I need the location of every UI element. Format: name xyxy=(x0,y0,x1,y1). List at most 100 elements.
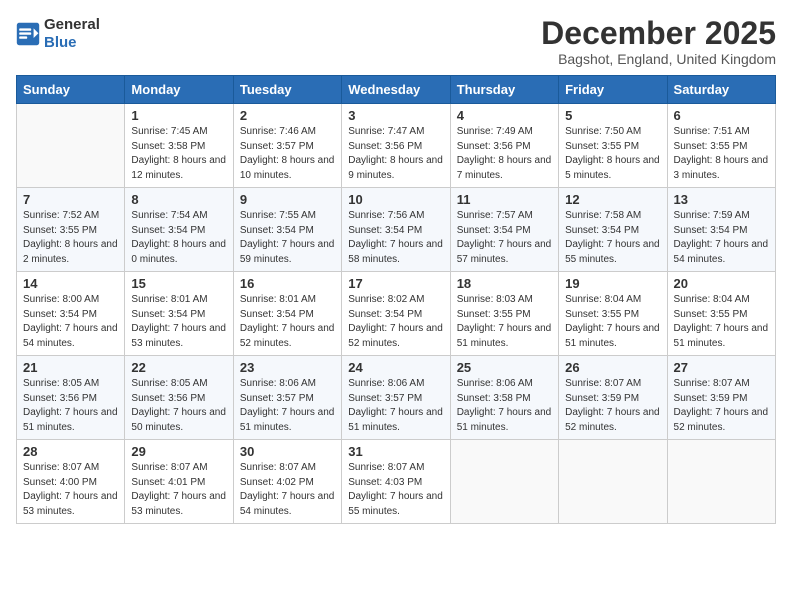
daylight-text: Daylight: 7 hours and 51 minutes. xyxy=(565,323,660,349)
day-number: 18 xyxy=(457,276,552,291)
daylight-text: Daylight: 8 hours and 2 minutes. xyxy=(23,239,118,265)
day-number: 2 xyxy=(240,108,335,123)
day-number: 7 xyxy=(23,192,118,207)
calendar-cell: 7 Sunrise: 7:52 AM Sunset: 3:55 PM Dayli… xyxy=(17,188,125,272)
col-tuesday: Tuesday xyxy=(233,76,341,104)
logo-icon xyxy=(16,22,40,46)
daylight-text: Daylight: 7 hours and 53 minutes. xyxy=(131,323,226,349)
day-info: Sunrise: 8:07 AM Sunset: 3:59 PM Dayligh… xyxy=(565,377,660,435)
day-number: 25 xyxy=(457,360,552,375)
day-info: Sunrise: 8:07 AM Sunset: 3:59 PM Dayligh… xyxy=(674,377,769,435)
sunset-text: Sunset: 3:56 PM xyxy=(348,141,422,152)
sunrise-text: Sunrise: 7:54 AM xyxy=(131,210,207,221)
day-info: Sunrise: 8:05 AM Sunset: 3:56 PM Dayligh… xyxy=(23,377,118,435)
sunset-text: Sunset: 3:54 PM xyxy=(565,225,639,236)
daylight-text: Daylight: 7 hours and 51 minutes. xyxy=(240,407,335,433)
day-info: Sunrise: 8:05 AM Sunset: 3:56 PM Dayligh… xyxy=(131,377,226,435)
daylight-text: Daylight: 7 hours and 53 minutes. xyxy=(131,491,226,517)
day-number: 8 xyxy=(131,192,226,207)
sunset-text: Sunset: 4:01 PM xyxy=(131,477,205,488)
sunset-text: Sunset: 3:54 PM xyxy=(240,309,314,320)
calendar-cell: 30 Sunrise: 8:07 AM Sunset: 4:02 PM Dayl… xyxy=(233,440,341,524)
sunrise-text: Sunrise: 8:07 AM xyxy=(565,378,641,389)
calendar-cell: 31 Sunrise: 8:07 AM Sunset: 4:03 PM Dayl… xyxy=(342,440,450,524)
day-number: 27 xyxy=(674,360,769,375)
calendar-cell: 21 Sunrise: 8:05 AM Sunset: 3:56 PM Dayl… xyxy=(17,356,125,440)
sunrise-text: Sunrise: 8:06 AM xyxy=(457,378,533,389)
sunrise-text: Sunrise: 7:50 AM xyxy=(565,126,641,137)
day-info: Sunrise: 7:45 AM Sunset: 3:58 PM Dayligh… xyxy=(131,125,226,183)
day-number: 3 xyxy=(348,108,443,123)
sunrise-text: Sunrise: 7:58 AM xyxy=(565,210,641,221)
col-wednesday: Wednesday xyxy=(342,76,450,104)
day-number: 15 xyxy=(131,276,226,291)
daylight-text: Daylight: 7 hours and 54 minutes. xyxy=(240,491,335,517)
day-number: 28 xyxy=(23,444,118,459)
day-number: 23 xyxy=(240,360,335,375)
sunrise-text: Sunrise: 8:01 AM xyxy=(131,294,207,305)
col-friday: Friday xyxy=(559,76,667,104)
sunset-text: Sunset: 4:02 PM xyxy=(240,477,314,488)
daylight-text: Daylight: 7 hours and 51 minutes. xyxy=(457,407,552,433)
day-info: Sunrise: 7:59 AM Sunset: 3:54 PM Dayligh… xyxy=(674,209,769,267)
calendar-cell: 1 Sunrise: 7:45 AM Sunset: 3:58 PM Dayli… xyxy=(125,104,233,188)
daylight-text: Daylight: 7 hours and 51 minutes. xyxy=(348,407,443,433)
daylight-text: Daylight: 7 hours and 51 minutes. xyxy=(23,407,118,433)
sunrise-text: Sunrise: 8:07 AM xyxy=(131,462,207,473)
sunrise-text: Sunrise: 7:49 AM xyxy=(457,126,533,137)
calendar-cell: 16 Sunrise: 8:01 AM Sunset: 3:54 PM Dayl… xyxy=(233,272,341,356)
calendar-cell: 17 Sunrise: 8:02 AM Sunset: 3:54 PM Dayl… xyxy=(342,272,450,356)
sunset-text: Sunset: 3:56 PM xyxy=(131,393,205,404)
sunrise-text: Sunrise: 7:57 AM xyxy=(457,210,533,221)
week-row-5: 28 Sunrise: 8:07 AM Sunset: 4:00 PM Dayl… xyxy=(17,440,776,524)
col-thursday: Thursday xyxy=(450,76,558,104)
sunset-text: Sunset: 3:58 PM xyxy=(131,141,205,152)
day-info: Sunrise: 7:52 AM Sunset: 3:55 PM Dayligh… xyxy=(23,209,118,267)
day-number: 31 xyxy=(348,444,443,459)
day-number: 13 xyxy=(674,192,769,207)
daylight-text: Daylight: 7 hours and 54 minutes. xyxy=(674,239,769,265)
daylight-text: Daylight: 7 hours and 55 minutes. xyxy=(348,491,443,517)
calendar-cell: 15 Sunrise: 8:01 AM Sunset: 3:54 PM Dayl… xyxy=(125,272,233,356)
calendar-cell xyxy=(559,440,667,524)
daylight-text: Daylight: 7 hours and 57 minutes. xyxy=(457,239,552,265)
calendar-cell: 19 Sunrise: 8:04 AM Sunset: 3:55 PM Dayl… xyxy=(559,272,667,356)
title-block: December 2025 Bagshot, England, United K… xyxy=(541,16,776,67)
calendar-cell: 2 Sunrise: 7:46 AM Sunset: 3:57 PM Dayli… xyxy=(233,104,341,188)
calendar-cell: 25 Sunrise: 8:06 AM Sunset: 3:58 PM Dayl… xyxy=(450,356,558,440)
day-info: Sunrise: 8:07 AM Sunset: 4:01 PM Dayligh… xyxy=(131,461,226,519)
day-info: Sunrise: 8:00 AM Sunset: 3:54 PM Dayligh… xyxy=(23,293,118,351)
day-info: Sunrise: 7:58 AM Sunset: 3:54 PM Dayligh… xyxy=(565,209,660,267)
day-number: 17 xyxy=(348,276,443,291)
sunrise-text: Sunrise: 7:47 AM xyxy=(348,126,424,137)
daylight-text: Daylight: 7 hours and 53 minutes. xyxy=(23,491,118,517)
calendar-table: Sunday Monday Tuesday Wednesday Thursday… xyxy=(16,75,776,524)
day-info: Sunrise: 8:03 AM Sunset: 3:55 PM Dayligh… xyxy=(457,293,552,351)
sunrise-text: Sunrise: 8:06 AM xyxy=(240,378,316,389)
sunset-text: Sunset: 3:55 PM xyxy=(674,141,748,152)
day-info: Sunrise: 8:07 AM Sunset: 4:03 PM Dayligh… xyxy=(348,461,443,519)
daylight-text: Daylight: 8 hours and 10 minutes. xyxy=(240,155,335,181)
calendar-cell: 27 Sunrise: 8:07 AM Sunset: 3:59 PM Dayl… xyxy=(667,356,775,440)
daylight-text: Daylight: 8 hours and 12 minutes. xyxy=(131,155,226,181)
day-number: 19 xyxy=(565,276,660,291)
sunset-text: Sunset: 3:58 PM xyxy=(457,393,531,404)
daylight-text: Daylight: 7 hours and 52 minutes. xyxy=(348,323,443,349)
week-row-3: 14 Sunrise: 8:00 AM Sunset: 3:54 PM Dayl… xyxy=(17,272,776,356)
col-saturday: Saturday xyxy=(667,76,775,104)
month-title: December 2025 xyxy=(541,16,776,51)
week-row-2: 7 Sunrise: 7:52 AM Sunset: 3:55 PM Dayli… xyxy=(17,188,776,272)
calendar-cell: 26 Sunrise: 8:07 AM Sunset: 3:59 PM Dayl… xyxy=(559,356,667,440)
calendar-cell xyxy=(17,104,125,188)
daylight-text: Daylight: 8 hours and 5 minutes. xyxy=(565,155,660,181)
sunrise-text: Sunrise: 7:46 AM xyxy=(240,126,316,137)
calendar-cell: 23 Sunrise: 8:06 AM Sunset: 3:57 PM Dayl… xyxy=(233,356,341,440)
calendar-cell: 9 Sunrise: 7:55 AM Sunset: 3:54 PM Dayli… xyxy=(233,188,341,272)
daylight-text: Daylight: 7 hours and 59 minutes. xyxy=(240,239,335,265)
calendar-cell: 10 Sunrise: 7:56 AM Sunset: 3:54 PM Dayl… xyxy=(342,188,450,272)
sunrise-text: Sunrise: 8:03 AM xyxy=(457,294,533,305)
daylight-text: Daylight: 8 hours and 7 minutes. xyxy=(457,155,552,181)
daylight-text: Daylight: 7 hours and 50 minutes. xyxy=(131,407,226,433)
sunrise-text: Sunrise: 8:04 AM xyxy=(674,294,750,305)
day-number: 16 xyxy=(240,276,335,291)
